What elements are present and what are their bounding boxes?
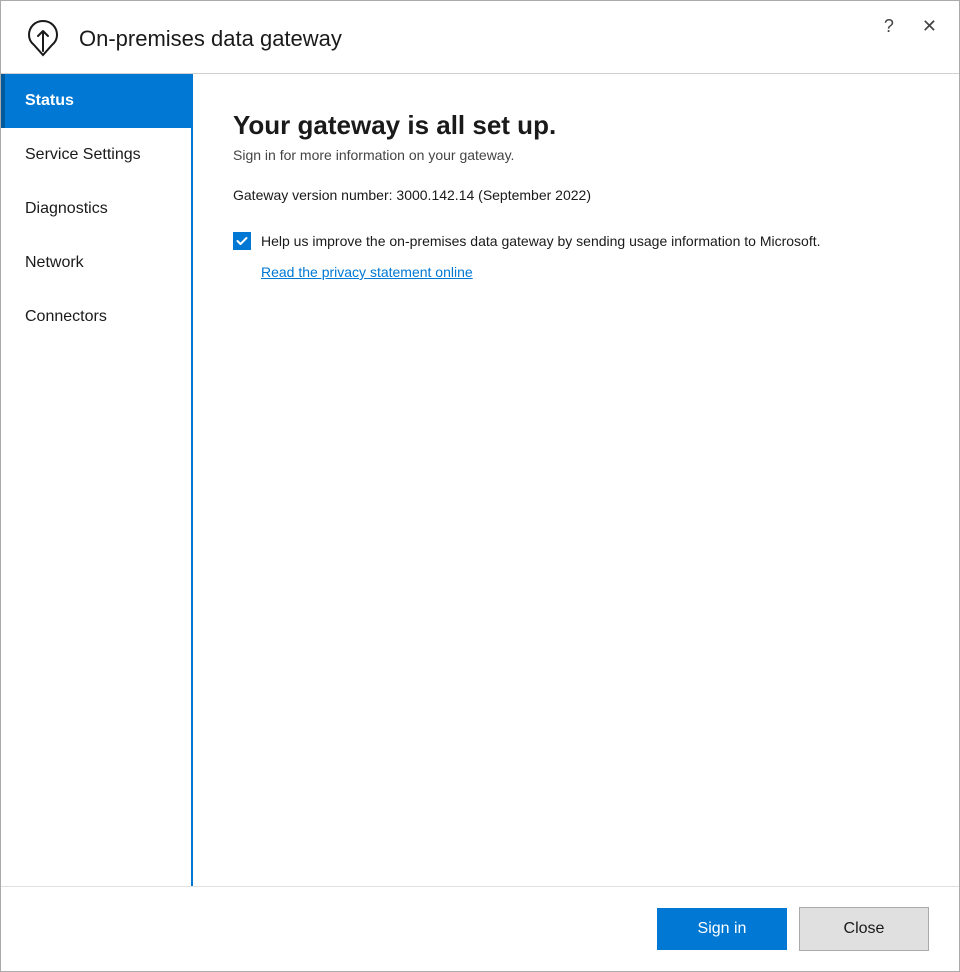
close-button[interactable]: Close	[799, 907, 929, 951]
app-window: On-premises data gateway ? ✕ Status Serv…	[0, 0, 960, 972]
help-button[interactable]: ?	[878, 15, 900, 37]
footer: Sign in Close	[1, 886, 959, 971]
sidebar-item-network[interactable]: Network	[1, 236, 191, 290]
sign-in-button[interactable]: Sign in	[657, 908, 787, 950]
sidebar: Status Service Settings Diagnostics Netw…	[1, 74, 193, 886]
content-area: Your gateway is all set up. Sign in for …	[193, 74, 959, 886]
window-controls: ? ✕	[878, 15, 943, 37]
main-content: Status Service Settings Diagnostics Netw…	[1, 74, 959, 886]
usage-checkbox-row: Help us improve the on-premises data gat…	[233, 231, 919, 252]
version-text: Gateway version number: 3000.142.14 (Sep…	[233, 187, 919, 203]
title-bar: On-premises data gateway ? ✕	[1, 1, 959, 74]
usage-checkbox-label: Help us improve the on-premises data gat…	[261, 231, 821, 252]
status-subtitle: Sign in for more information on your gat…	[233, 147, 919, 163]
usage-checkbox[interactable]	[233, 232, 251, 250]
app-title: On-premises data gateway	[79, 26, 939, 52]
sidebar-item-service-settings[interactable]: Service Settings	[1, 128, 191, 182]
gateway-icon	[21, 17, 65, 61]
sidebar-item-diagnostics[interactable]: Diagnostics	[1, 182, 191, 236]
window-close-button[interactable]: ✕	[916, 15, 943, 37]
sidebar-item-connectors[interactable]: Connectors	[1, 290, 191, 344]
sidebar-item-status[interactable]: Status	[1, 74, 191, 128]
privacy-link[interactable]: Read the privacy statement online	[261, 264, 473, 280]
status-heading: Your gateway is all set up.	[233, 110, 919, 141]
